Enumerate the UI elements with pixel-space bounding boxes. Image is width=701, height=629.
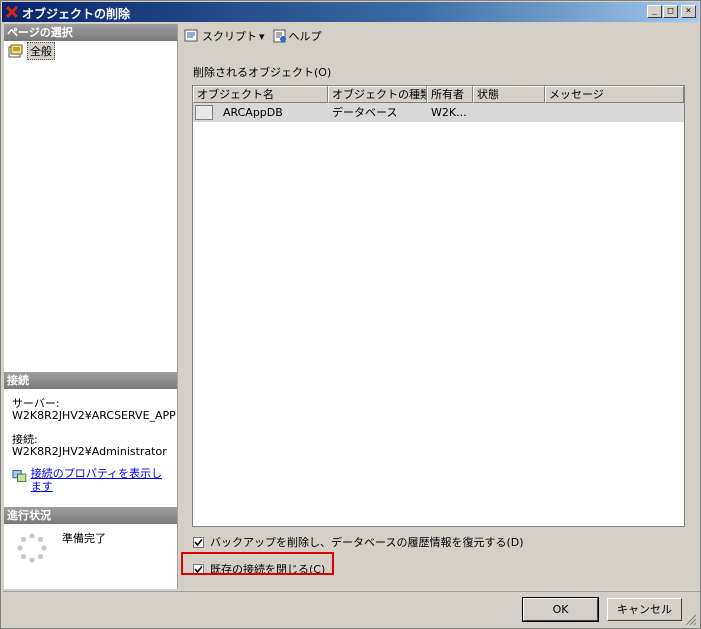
script-button[interactable]: スクリプト ▾ <box>181 28 268 44</box>
connection-value: W2K8R2JHV2¥Administrator <box>12 446 167 458</box>
page-item-label: 全般 <box>27 42 55 60</box>
progress-spinner-icon <box>17 533 47 563</box>
help-button[interactable]: ヘルプ <box>270 28 325 44</box>
column-header-message[interactable]: メッセージ <box>545 86 684 103</box>
resize-grip-icon[interactable] <box>685 614 697 626</box>
cell-object-type: データベース <box>332 106 398 119</box>
minimize-button[interactable]: _ <box>647 5 662 18</box>
progress-status: 準備完了 <box>62 532 106 545</box>
column-header-status[interactable]: 状態 <box>473 86 545 103</box>
delete-backup-checkbox[interactable]: バックアップを削除し、データベースの履歴情報を復元する(D) <box>193 534 524 550</box>
connection-properties-icon <box>12 469 27 482</box>
column-header-object-type[interactable]: オブジェクトの種類 <box>328 86 427 103</box>
cell-object-name: ARCAppDB <box>223 106 283 119</box>
delete-object-dialog: オブジェクトの削除 _ □ × ページの選択 全般 接続 サーバー: W2K8R… <box>0 0 701 629</box>
cell-message <box>545 103 684 122</box>
table-row[interactable]: ARCAppDB データベース W2K... <box>193 103 684 122</box>
progress-area: 準備完了 <box>12 530 172 570</box>
cell-status <box>473 103 545 122</box>
column-header-owner[interactable]: 所有者 <box>427 86 473 103</box>
page-icon <box>8 44 23 58</box>
column-header-object-name[interactable]: オブジェクト名 <box>193 86 328 103</box>
select-page-header: ページの選択 <box>4 24 177 41</box>
cell-owner: W2K... <box>431 106 467 119</box>
connection-properties-link[interactable]: 接続のプロパティを表示します <box>12 467 172 493</box>
grid-header: オブジェクト名 オブジェクトの種類 所有者 状態 メッセージ <box>193 86 684 103</box>
delete-backup-checkbox-box[interactable] <box>193 536 204 548</box>
title-bar[interactable]: オブジェクトの削除 _ □ × <box>2 2 699 22</box>
objects-grid[interactable]: オブジェクト名 オブジェクトの種類 所有者 状態 メッセージ ARCAppDB … <box>192 85 685 527</box>
connection-info: サーバー: W2K8R2JHV2¥ARCSERVE_APP 接続: W2K8R2… <box>12 398 176 458</box>
script-icon <box>184 29 198 42</box>
progress-header: 進行状況 <box>4 507 177 524</box>
row-header-cell <box>195 105 213 120</box>
main-panel: 削除されるオブジェクト(O) オブジェクト名 オブジェクトの種類 所有者 状態 … <box>181 49 697 589</box>
highlight-box <box>181 552 334 575</box>
delete-backup-label: バックアップを削除し、データベースの履歴情報を復元する(D) <box>210 536 524 549</box>
server-value: W2K8R2JHV2¥ARCSERVE_APP <box>12 410 176 422</box>
server-label: サーバー: <box>12 398 60 410</box>
window-title: オブジェクトの削除 <box>22 7 131 21</box>
script-dropdown-icon[interactable]: ▾ <box>259 30 265 43</box>
close-button[interactable]: × <box>681 5 696 18</box>
cancel-button[interactable]: キャンセル <box>607 598 682 621</box>
checkmark-icon <box>194 538 203 546</box>
delete-x-icon <box>5 5 19 19</box>
connection-header: 接続 <box>4 372 177 389</box>
left-pane: ページの選択 全般 接続 サーバー: W2K8R2JHV2¥ARCSERVE_A… <box>4 24 178 589</box>
page-item-general[interactable]: 全般 <box>8 42 55 60</box>
objects-to-delete-label: 削除されるオブジェクト(O) <box>193 66 332 79</box>
connection-label: 接続: <box>12 434 38 446</box>
connection-properties-text[interactable]: 接続のプロパティを表示します <box>31 467 172 493</box>
script-label: スクリプト <box>202 30 257 43</box>
button-bar: OK キャンセル <box>3 591 700 629</box>
help-label: ヘルプ <box>288 30 322 43</box>
row-selector[interactable] <box>193 103 219 122</box>
ok-button[interactable]: OK <box>522 597 599 622</box>
help-icon <box>273 29 286 43</box>
toolbar: スクリプト ▾ ヘルプ <box>181 25 696 47</box>
maximize-button[interactable]: □ <box>663 5 678 18</box>
